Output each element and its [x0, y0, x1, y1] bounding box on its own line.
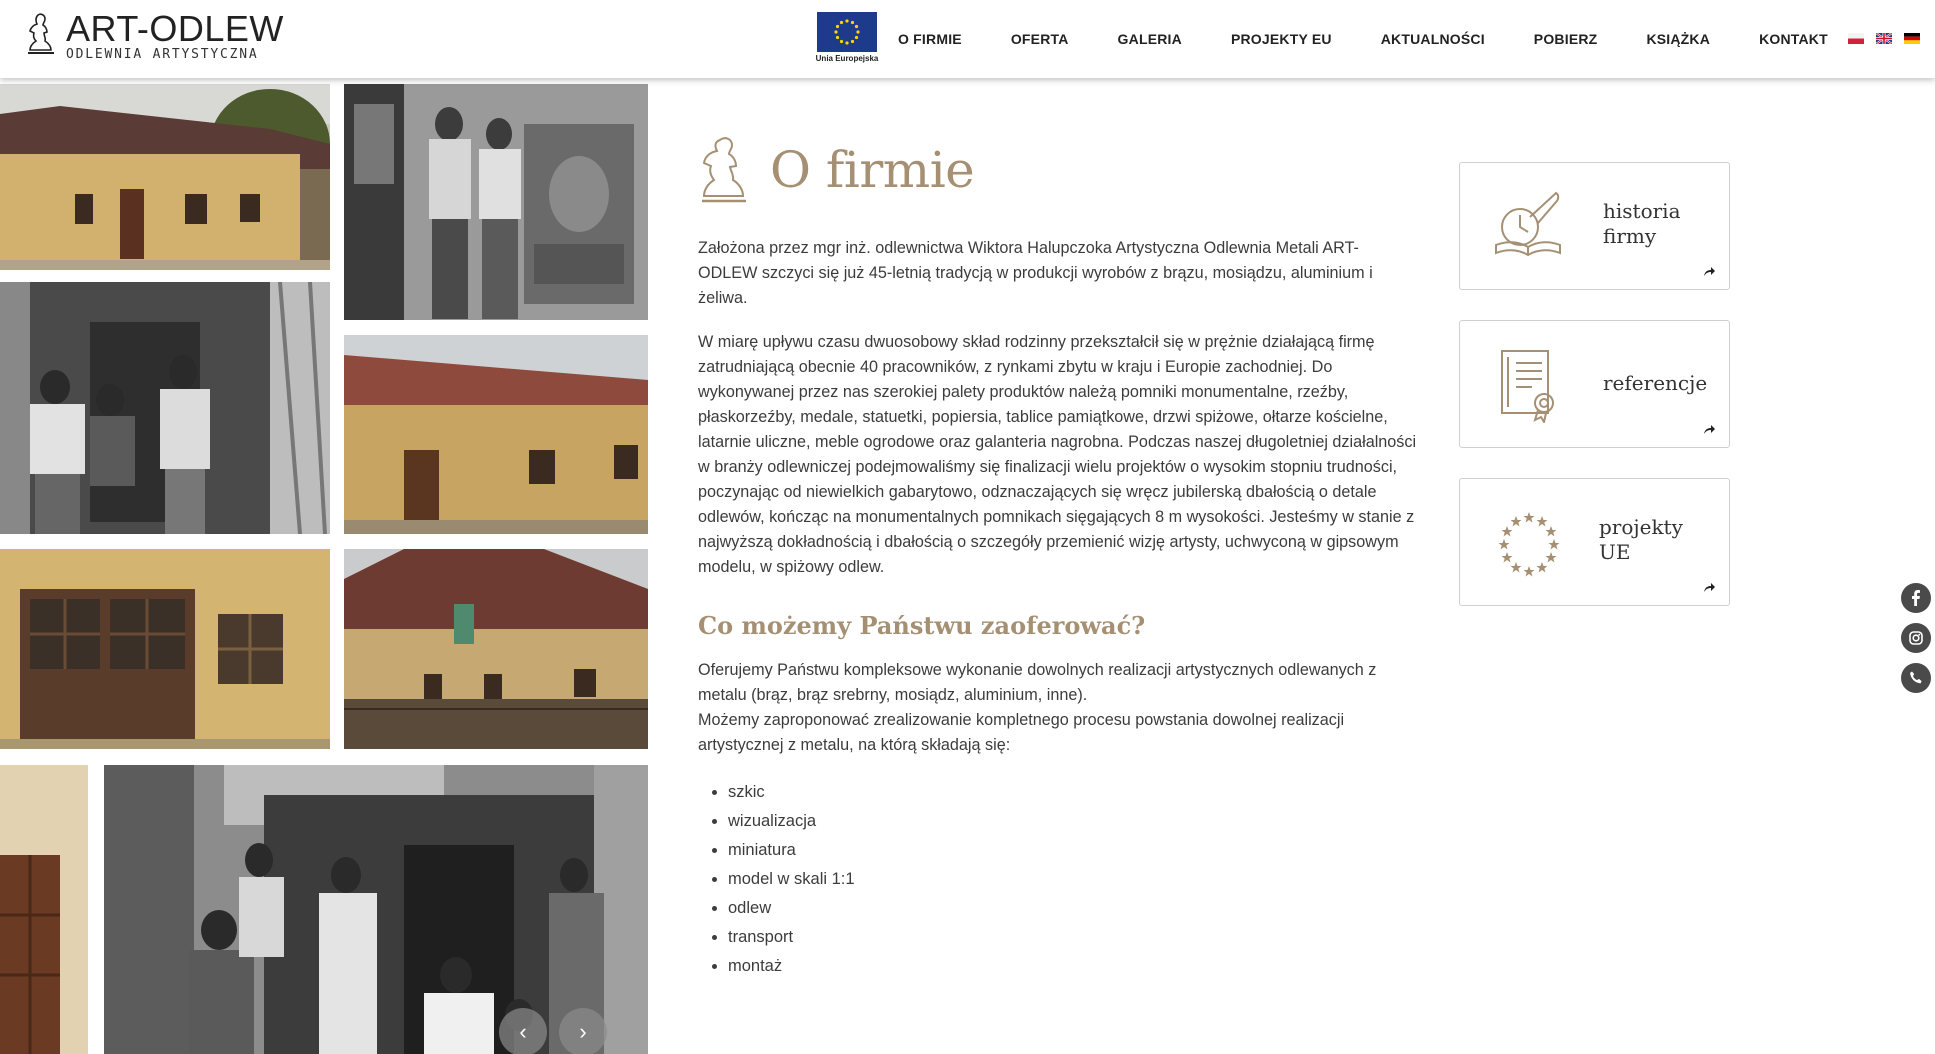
instagram-icon — [1909, 631, 1923, 645]
list-item: montaż — [728, 952, 1420, 981]
social-links — [1901, 583, 1931, 693]
phone-link[interactable] — [1901, 663, 1931, 693]
gallery-prev-button[interactable]: ‹ — [499, 1008, 547, 1054]
nav-o-firmie[interactable]: O FIRMIE — [898, 31, 962, 47]
gallery-photo[interactable] — [344, 335, 648, 534]
offer-subtitle: Co możemy Państwu zaoferować? — [698, 611, 1146, 640]
card-label-line: UE — [1599, 540, 1631, 564]
gallery-photo[interactable] — [0, 549, 330, 749]
founder-figure-icon — [702, 137, 746, 203]
eu-caption: Unia Europejska — [815, 54, 879, 63]
main-nav: O FIRMIE OFERTA GALERIA PROJEKTY EU AKTU… — [898, 0, 1828, 78]
title-row: O firmie — [698, 130, 1420, 210]
card-label-line: referencje — [1603, 371, 1708, 395]
nav-aktualnosci[interactable]: AKTUALNOŚCI — [1381, 31, 1485, 47]
site-logo[interactable]: ART-ODLEW ODLEWNIA ARTYSTYCZNA — [24, 8, 284, 62]
card-label: historia firmy — [1603, 199, 1713, 249]
gallery-photo[interactable] — [344, 549, 648, 749]
gallery-photo[interactable] — [344, 84, 648, 320]
page-title: O firmie — [770, 141, 975, 199]
list-item: model w skali 1:1 — [728, 865, 1420, 894]
gallery-photo[interactable] — [0, 84, 330, 270]
list-item: szkic — [728, 778, 1420, 807]
language-switcher — [1848, 33, 1920, 44]
card-label-line: firmy — [1603, 224, 1657, 248]
card-label-line: projekty — [1599, 515, 1683, 539]
flag-en-icon[interactable] — [1876, 33, 1892, 44]
gallery-photo[interactable] — [0, 282, 330, 534]
logo-name: ART-ODLEW — [66, 8, 284, 49]
history-book-icon — [1495, 191, 1561, 257]
nav-pobierz[interactable]: POBIERZ — [1534, 31, 1598, 47]
card-eu-projects[interactable]: projekty UE — [1459, 478, 1730, 606]
instagram-link[interactable] — [1901, 623, 1931, 653]
nav-kontakt[interactable]: KONTAKT — [1759, 31, 1828, 47]
nav-oferta[interactable]: OFERTA — [1011, 31, 1069, 47]
list-item: transport — [728, 923, 1420, 952]
process-steps-list: szkic wizualizacja miniatura model w ska… — [698, 778, 1420, 981]
card-label: projekty UE — [1599, 515, 1709, 565]
arrow-icon — [1704, 583, 1715, 592]
offer-line-1: Oferujemy Państwu kompleksowe wykonanie … — [698, 661, 1377, 704]
eu-flag-icon — [817, 12, 877, 52]
body-paragraph: W miarę upływu czasu dwuosobowy skład ro… — [698, 333, 1417, 576]
certificate-icon — [1501, 350, 1554, 423]
main-content: O firmie Założona przez mgr inż. odlewni… — [698, 130, 1420, 981]
list-item: miniatura — [728, 836, 1420, 865]
intro-paragraph: Założona przez mgr inż. odlewnictwa Wikt… — [698, 239, 1373, 307]
nav-projekty-eu[interactable]: PROJEKTY EU — [1231, 31, 1332, 47]
card-label: referencje — [1603, 371, 1713, 396]
logo-subtitle: ODLEWNIA ARTYSTYCZNA — [66, 47, 259, 62]
gallery-next-button[interactable]: › — [559, 1008, 607, 1054]
logo-figure-icon — [28, 13, 54, 54]
gallery-photo[interactable] — [104, 765, 648, 1054]
phone-icon — [1910, 671, 1922, 684]
arrow-icon — [1704, 425, 1715, 434]
arrow-icon — [1704, 267, 1715, 276]
card-history[interactable]: historia firmy — [1459, 162, 1730, 290]
card-references[interactable]: referencje — [1459, 320, 1730, 448]
list-item: odlew — [728, 894, 1420, 923]
gallery-photo[interactable] — [0, 765, 88, 1054]
eu-badge[interactable]: Unia Europejska — [815, 12, 879, 64]
site-header: ART-ODLEW ODLEWNIA ARTYSTYCZNA Unia Euro… — [0, 0, 1935, 78]
eu-stars-icon — [1498, 512, 1560, 577]
offer-paragraph: Oferujemy Państwu kompleksowe wykonanie … — [698, 658, 1420, 758]
facebook-icon — [1912, 590, 1920, 606]
card-label-line: historia — [1603, 199, 1681, 223]
nav-ksiazka[interactable]: KSIĄŻKA — [1646, 31, 1710, 47]
list-item: wizualizacja — [728, 807, 1420, 836]
facebook-link[interactable] — [1901, 583, 1931, 613]
offer-line-2: Możemy zaproponować zrealizowanie komple… — [698, 711, 1345, 754]
photo-gallery: ‹ › — [0, 78, 648, 1054]
side-cards: historia firmy referencje projekty UE — [1459, 162, 1730, 636]
nav-galeria[interactable]: GALERIA — [1118, 31, 1182, 47]
flag-de-icon[interactable] — [1904, 33, 1920, 44]
flag-pl-icon[interactable] — [1848, 33, 1864, 44]
